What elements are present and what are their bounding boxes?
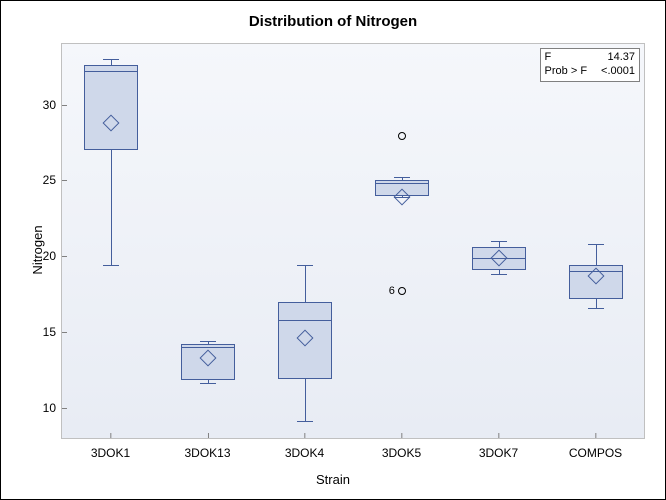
- outlier-icon: [398, 287, 406, 295]
- y-tick: 10: [43, 401, 62, 415]
- boxplot-COMPOS: [569, 44, 623, 438]
- boxplot-3DOK4: [278, 44, 332, 438]
- y-tick: 30: [43, 98, 62, 112]
- chart-frame: Distribution of Nitrogen Nitrogen Strain…: [0, 0, 666, 500]
- x-tick: 3DOK5: [382, 438, 421, 460]
- boxplot-3DOK5: [375, 44, 429, 438]
- chart-title: Distribution of Nitrogen: [1, 13, 665, 30]
- y-tick: 20: [43, 249, 62, 263]
- x-tick: 3DOK7: [479, 438, 518, 460]
- y-tick: 15: [43, 325, 62, 339]
- median-line: [181, 347, 235, 348]
- median-line: [375, 183, 429, 184]
- plot-area: F 14.37 Prob > F <.0001 10152025303DOK13…: [61, 43, 645, 439]
- boxplot-3DOK7: [472, 44, 526, 438]
- x-axis-label: Strain: [1, 472, 665, 487]
- x-tick: COMPOS: [569, 438, 622, 460]
- outlier-label: 6: [389, 285, 395, 297]
- y-tick: 25: [43, 173, 62, 187]
- median-line: [278, 320, 332, 321]
- stat-f-label: F: [545, 51, 552, 65]
- box-rect: [84, 65, 138, 150]
- outlier-icon: [398, 132, 406, 140]
- boxplot-3DOK1: [84, 44, 138, 438]
- x-tick: 3DOK13: [184, 438, 230, 460]
- boxplot-3DOK13: [181, 44, 235, 438]
- x-tick: 3DOK1: [91, 438, 130, 460]
- median-line: [84, 71, 138, 72]
- x-tick: 3DOK4: [285, 438, 324, 460]
